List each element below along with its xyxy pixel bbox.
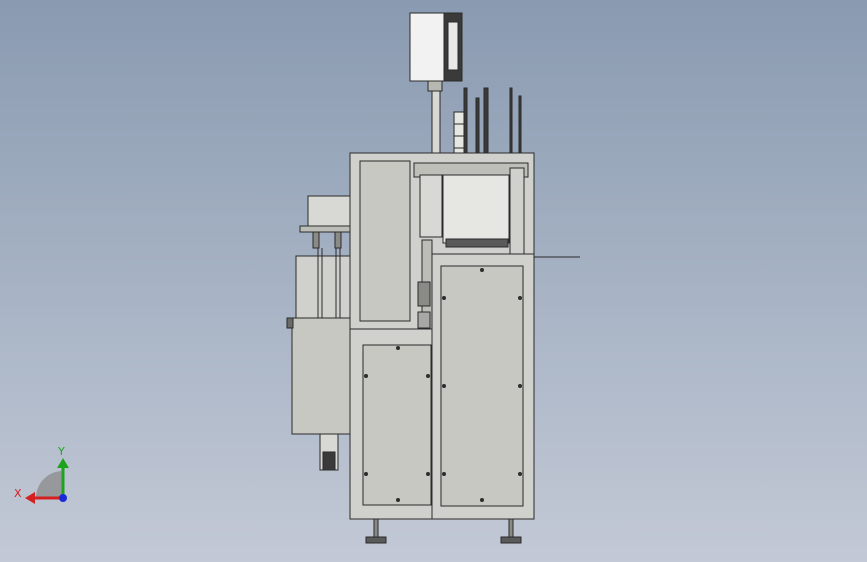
x-arrow-head [25, 492, 35, 504]
triad-x-label: X [14, 487, 22, 500]
triad-plane-shade [36, 471, 63, 498]
z-axis-dot [59, 494, 67, 502]
lower-left-cabinet[interactable] [349, 328, 433, 520]
machine-model-view[interactable]: X Y [0, 0, 867, 562]
right-cabinet[interactable] [431, 253, 535, 520]
graphics-viewport[interactable]: X Y [0, 0, 867, 562]
triad-y-label: Y [57, 445, 65, 458]
left-side-module[interactable] [286, 195, 351, 471]
top-sensor-box[interactable] [409, 12, 463, 82]
orientation-triad: X Y [14, 445, 69, 504]
machine-assembly[interactable] [286, 12, 580, 544]
leveling-feet [365, 518, 522, 544]
y-arrow-head [57, 458, 69, 468]
